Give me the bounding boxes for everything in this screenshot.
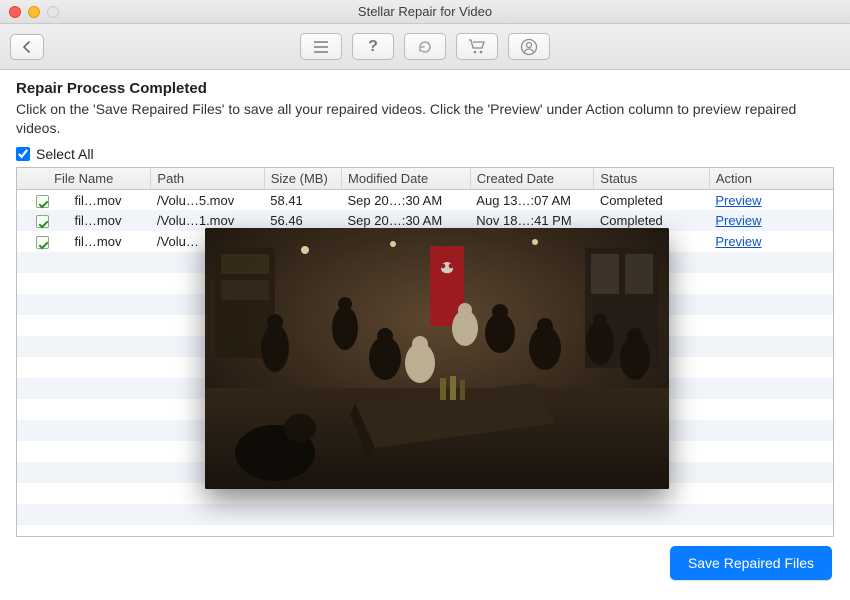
video-preview-image [205, 228, 669, 489]
save-repaired-files-button[interactable]: Save Repaired Files [670, 546, 832, 580]
traffic-lights [9, 6, 59, 18]
select-all-label: Select All [36, 146, 94, 162]
help-button[interactable]: ? [352, 33, 394, 60]
table-row: fil…mov /Volu…5.mov 58.41 Sep 20…:30 AM … [17, 189, 833, 210]
row-checkbox[interactable] [36, 215, 49, 228]
maximize-window-button[interactable] [47, 6, 59, 18]
select-all-checkbox[interactable] [16, 147, 30, 161]
row-checkbox[interactable] [36, 195, 49, 208]
cart-icon [468, 39, 486, 54]
video-preview-popup[interactable] [205, 228, 669, 489]
list-icon [313, 40, 329, 54]
row-checkbox[interactable] [36, 236, 49, 249]
refresh-button[interactable] [404, 33, 446, 60]
table-row-empty [17, 525, 833, 537]
back-button[interactable] [10, 34, 44, 60]
col-size[interactable]: Size (MB) [264, 168, 341, 190]
cell-modified: Sep 20…:30 AM [342, 189, 471, 210]
toolbar: ? [0, 24, 850, 70]
table-header-row: File Name Path Size (MB) Modified Date C… [17, 168, 833, 190]
cell-file-name: fil…mov [69, 189, 151, 210]
minimize-window-button[interactable] [28, 6, 40, 18]
cart-button[interactable] [456, 33, 498, 60]
col-status[interactable]: Status [594, 168, 709, 190]
cell-status: Completed [594, 189, 709, 210]
cell-file-name: fil…mov [69, 210, 151, 231]
select-all-row: Select All [16, 146, 834, 162]
window-title: Stellar Repair for Video [358, 4, 492, 19]
cell-created: Aug 13…:07 AM [470, 189, 594, 210]
help-icon: ? [368, 38, 378, 56]
preview-link[interactable]: Preview [715, 213, 761, 228]
back-chevron-icon [22, 41, 32, 53]
user-button[interactable] [508, 33, 550, 60]
toolbar-center: ? [300, 33, 550, 60]
titlebar: Stellar Repair for Video [0, 0, 850, 24]
preview-link[interactable]: Preview [715, 193, 761, 208]
preview-link[interactable]: Preview [715, 234, 761, 249]
page-heading: Repair Process Completed [16, 80, 834, 97]
col-path[interactable]: Path [151, 168, 264, 190]
list-button[interactable] [300, 33, 342, 60]
close-window-button[interactable] [9, 6, 21, 18]
refresh-icon [417, 39, 433, 55]
cell-size: 58.41 [264, 189, 341, 210]
user-icon [520, 38, 538, 56]
col-action[interactable]: Action [709, 168, 833, 190]
cell-path: /Volu…5.mov [151, 189, 264, 210]
col-created[interactable]: Created Date [470, 168, 594, 190]
col-modified[interactable]: Modified Date [342, 168, 471, 190]
page-subtext: Click on the 'Save Repaired Files' to sa… [16, 100, 834, 138]
cell-file-name: fil…mov [69, 231, 151, 252]
col-file-name[interactable]: File Name [17, 168, 151, 190]
table-row-empty [17, 504, 833, 525]
